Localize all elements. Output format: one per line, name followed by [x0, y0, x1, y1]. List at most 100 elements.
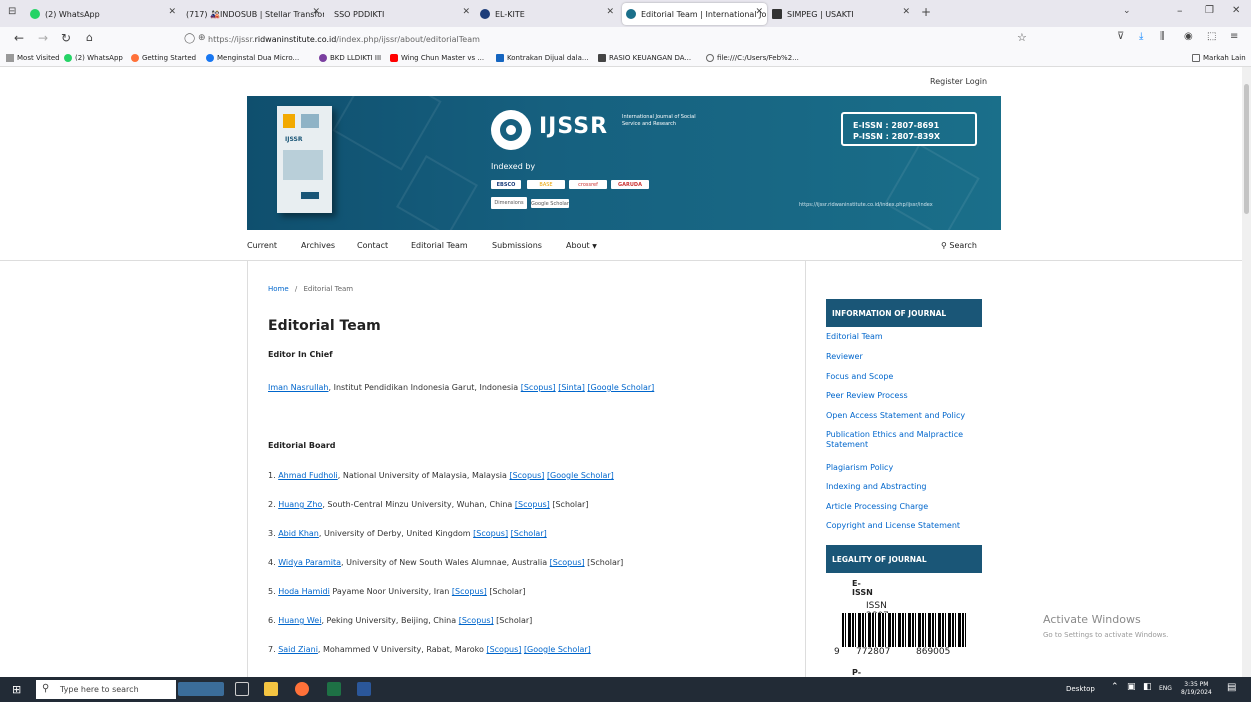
tab-label: (717) 🎎INDOSUB | Stellar Transform	[186, 9, 324, 19]
sidebar-link-open-access[interactable]: Open Access Statement and Policy	[826, 411, 986, 421]
scopus-link[interactable]: [Scopus]	[486, 645, 521, 654]
url-bar[interactable]: ◯ ⊕ https://ijssr. ridwaninstitute.co.id /…	[178, 30, 1038, 49]
tab-whatsapp[interactable]: (2) WhatsApp ✕	[30, 3, 180, 25]
library-icon[interactable]: ⫼	[1160, 31, 1165, 42]
barcode-digit: 9	[834, 647, 840, 657]
sidebar-link-publication-ethics[interactable]: Publication Ethics and Malpractice State…	[826, 430, 986, 450]
restore-icon[interactable]: ❐	[1205, 5, 1214, 16]
tab-indosub[interactable]: (717) 🎎INDOSUB | Stellar Transform ✕	[186, 3, 324, 25]
github-icon	[480, 9, 490, 19]
scopus-link[interactable]: [Scopus]	[452, 587, 487, 596]
firefox-icon[interactable]	[295, 682, 309, 696]
menu-icon[interactable]: ≡	[1230, 31, 1238, 42]
tab-el-kite[interactable]: EL-KITE ✕	[480, 3, 618, 25]
bookmark-wing-chun[interactable]: Wing Chun Master vs ...	[390, 54, 484, 62]
word-icon[interactable]	[357, 682, 371, 696]
sidebar-link-apc[interactable]: Article Processing Charge	[826, 502, 986, 512]
close-icon[interactable]: ✕	[606, 7, 614, 17]
bookmark-other[interactable]: Markah Lain	[1192, 54, 1246, 62]
member-name-link[interactable]: Hoda Hamidi	[278, 587, 330, 596]
task-view-icon[interactable]	[235, 682, 249, 696]
sidebar-link-indexing[interactable]: Indexing and Abstracting	[826, 482, 986, 492]
nav-submissions[interactable]: Submissions	[492, 241, 542, 250]
close-icon[interactable]: ✕	[168, 7, 176, 17]
file-explorer-icon[interactable]	[264, 682, 278, 696]
google-scholar-link[interactable]: [Google Scholar]	[524, 645, 591, 654]
bookmark-rasio-keuangan[interactable]: RASIO KEUANGAN DA...	[598, 54, 691, 62]
tray-chevron-icon[interactable]: ⌃	[1111, 682, 1119, 692]
forward-icon[interactable]: →	[38, 31, 48, 45]
extensions-icon[interactable]: ⬚	[1207, 31, 1216, 42]
google-scholar-link[interactable]: [Google Scholar]	[547, 471, 614, 480]
scrollbar-thumb[interactable]	[1244, 84, 1249, 214]
network-icon[interactable]: ▣	[1127, 682, 1136, 692]
bookmark-menginstal[interactable]: Menginstal Dua Micro...	[206, 54, 299, 62]
taskbar-search-box[interactable]: ⚲ Type here to search	[36, 680, 176, 699]
reload-icon[interactable]: ↻	[61, 31, 71, 45]
minimize-icon[interactable]: –	[1177, 4, 1183, 17]
window-close-icon[interactable]: ✕	[1232, 5, 1240, 16]
windows-start-icon[interactable]: ⊞	[12, 683, 21, 696]
bookmark-bkd-lldikti[interactable]: BKD LLDIKTI III	[319, 54, 381, 62]
scopus-link[interactable]: [Scopus]	[521, 383, 556, 392]
scopus-link[interactable]: [Scopus]	[473, 529, 508, 538]
scholar-link[interactable]: [Scholar]	[511, 529, 547, 538]
nav-contact[interactable]: Contact	[357, 241, 388, 250]
bookmark-most-visited[interactable]: Most Visited	[6, 54, 60, 62]
list-tabs-icon[interactable]: ⌄	[1123, 6, 1131, 16]
scopus-link[interactable]: [Scopus]	[459, 616, 494, 625]
google-scholar-link[interactable]: [Google Scholar]	[587, 383, 654, 392]
sinta-link[interactable]: [Sinta]	[558, 383, 585, 392]
home-icon[interactable]: ⌂	[86, 31, 93, 44]
tab-overview-icon[interactable]: ⊟	[8, 6, 16, 17]
sidebar-link-editorial-team[interactable]: Editorial Team	[826, 332, 986, 342]
scopus-link[interactable]: [Scopus]	[515, 500, 550, 509]
tab-sso-pddikti[interactable]: SSO PDDIKTI ✕	[334, 3, 474, 25]
close-icon[interactable]: ✕	[462, 7, 470, 17]
language-indicator[interactable]: ENG	[1159, 685, 1172, 692]
close-icon[interactable]: ✕	[312, 7, 320, 17]
close-icon[interactable]: ✕	[755, 7, 763, 17]
close-icon[interactable]: ✕	[902, 7, 910, 17]
back-icon[interactable]: ←	[14, 31, 24, 45]
nav-current[interactable]: Current	[247, 241, 277, 250]
sidebar-link-reviewer[interactable]: Reviewer	[826, 352, 986, 362]
member-name-link[interactable]: Widya Paramita	[278, 558, 341, 567]
member-name-link[interactable]: Huang Wei	[278, 616, 321, 625]
search-link[interactable]: ⚲ Search	[941, 241, 977, 250]
scopus-link[interactable]: [Scopus]	[550, 558, 585, 567]
member-name-link[interactable]: Huang Zho	[278, 500, 322, 509]
bookmark-kontrakan[interactable]: Kontrakan Dijual dala...	[496, 54, 589, 62]
tab-editorial-team[interactable]: Editorial Team | International Jo ✕	[622, 3, 767, 25]
sidebar-link-copyright[interactable]: Copyright and License Statement	[826, 521, 986, 531]
downloads-icon[interactable]: ⤓	[1139, 31, 1143, 42]
editor-name-link[interactable]: Iman Nasrullah	[268, 383, 329, 392]
taskbar-clock[interactable]: 3:35 PM 8/19/2024	[1181, 681, 1212, 697]
bookmark-getting-started[interactable]: Getting Started	[131, 54, 196, 62]
bookmark-whatsapp[interactable]: (2) WhatsApp	[64, 54, 123, 62]
register-login-link[interactable]: Register Login	[930, 77, 987, 86]
excel-icon[interactable]	[327, 682, 341, 696]
member-name-link[interactable]: Abid Khan	[278, 529, 319, 538]
account-icon[interactable]: ◉	[1184, 31, 1193, 42]
news-widget-icon[interactable]	[178, 682, 224, 696]
nav-archives[interactable]: Archives	[301, 241, 335, 250]
scopus-link[interactable]: [Scopus]	[509, 471, 544, 480]
sidebar-link-focus-scope[interactable]: Focus and Scope	[826, 372, 986, 382]
notifications-icon[interactable]: ▤	[1227, 682, 1236, 693]
nav-about[interactable]: About ▼	[566, 241, 597, 250]
bookmark-file[interactable]: file:///C:/Users/Feb%2...	[706, 54, 799, 62]
breadcrumb-home[interactable]: Home	[268, 285, 289, 293]
globe-icon	[706, 54, 714, 62]
member-name-link[interactable]: Ahmad Fudholi	[278, 471, 338, 480]
speaker-icon[interactable]: ◧	[1143, 682, 1152, 692]
member-name-link[interactable]: Said Ziani	[278, 645, 318, 654]
sidebar-link-plagiarism[interactable]: Plagiarism Policy	[826, 463, 986, 473]
nav-editorial-team[interactable]: Editorial Team	[411, 241, 468, 250]
tab-simpeg[interactable]: SIMPEG | USAKTI ✕	[772, 3, 914, 25]
new-tab-icon[interactable]: +	[921, 5, 931, 19]
pocket-icon[interactable]: ⊽	[1117, 31, 1124, 42]
member-affiliation: , Peking University, Beijing, China	[321, 616, 459, 625]
sidebar-link-peer-review[interactable]: Peer Review Process	[826, 391, 986, 401]
desktop-toolbar-label[interactable]: Desktop	[1066, 685, 1095, 693]
